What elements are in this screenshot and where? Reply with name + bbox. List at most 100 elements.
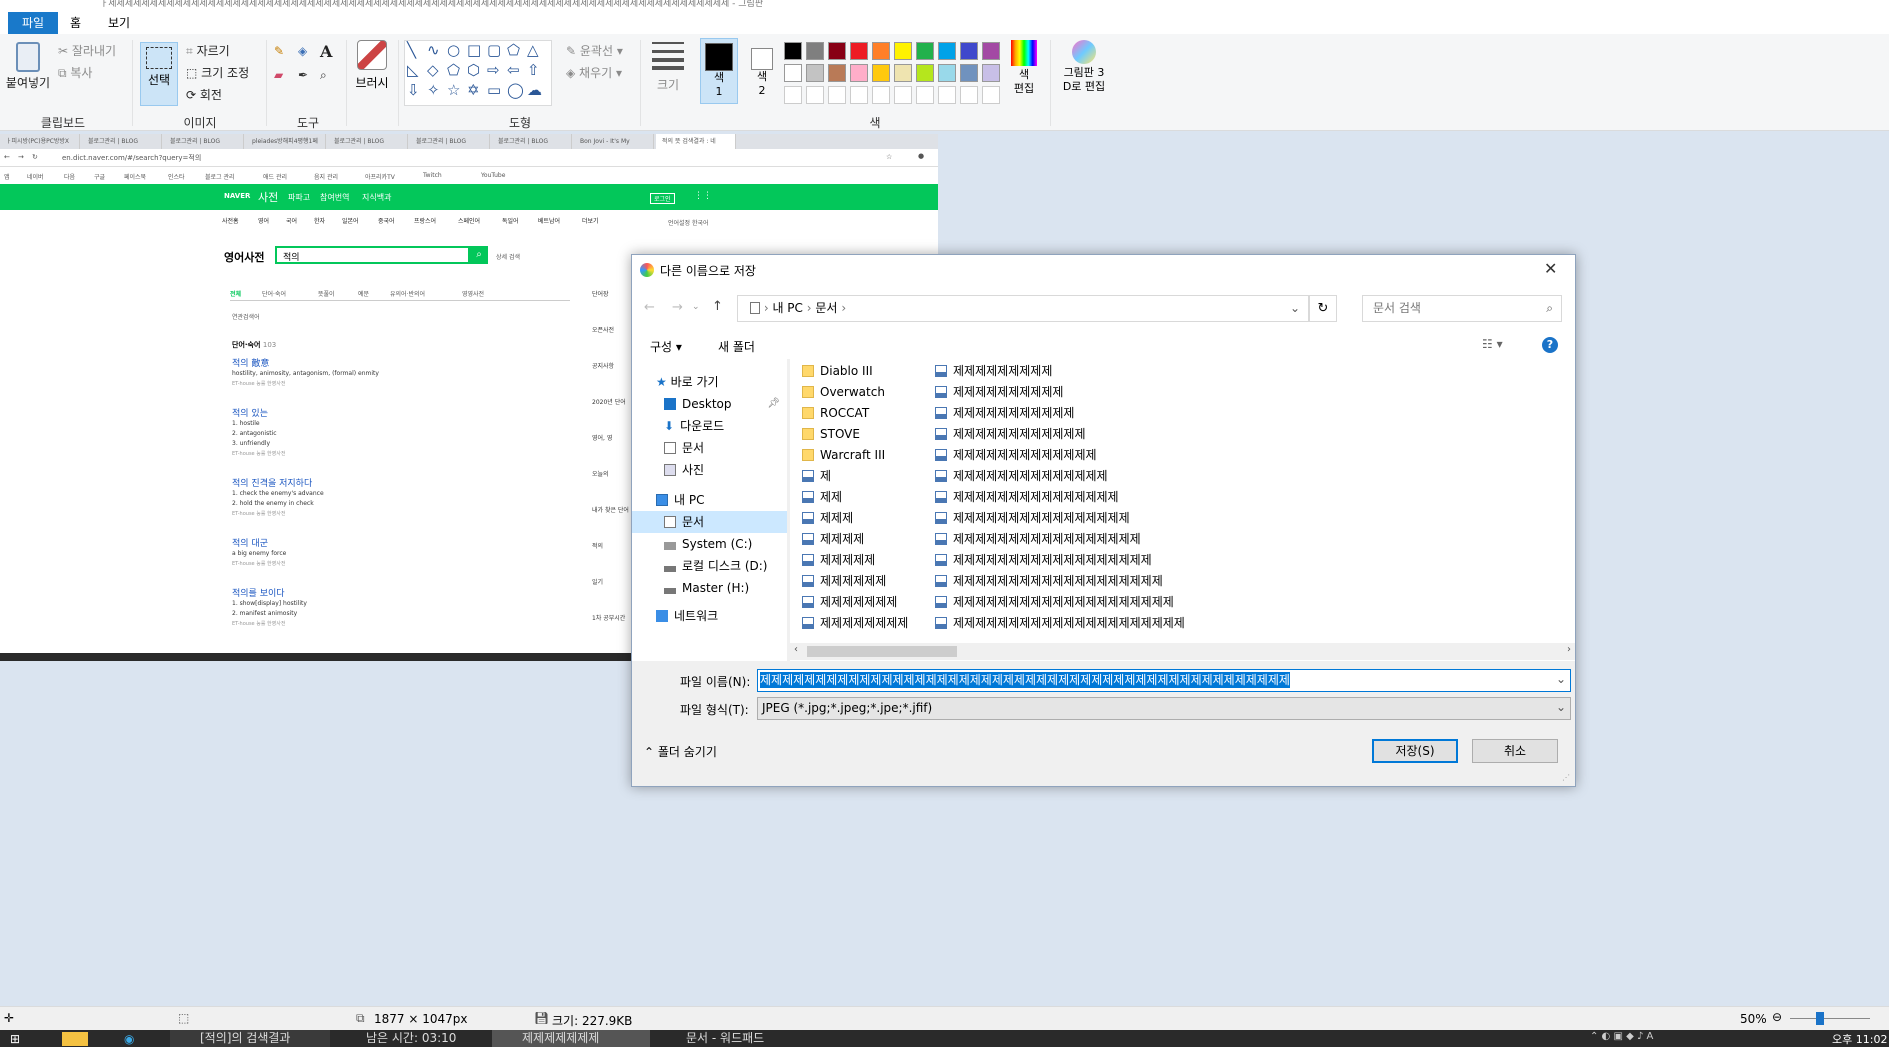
browser-back-icon[interactable]: ← (4, 153, 10, 161)
pentagon-shape-icon[interactable]: ⬠ (447, 61, 460, 79)
fill-bucket-icon[interactable]: ◈ (298, 44, 307, 58)
shapes-gallery[interactable]: ╲ ∿ ○ □ ▢ ⬠ △ ◺ ◇ ⬠ ⬡ ⇨ ⇦ ⇧ ⇩ ✧ ☆ ✡ ▭ ◯ … (404, 40, 552, 106)
outline-button[interactable]: ✎ 윤곽선 ▾ (566, 42, 623, 59)
left-arrow-shape-icon[interactable]: ⇦ (507, 61, 520, 79)
zoom-slider-thumb[interactable] (1816, 1012, 1824, 1025)
browser-url[interactable]: en.dict.naver.com/#/search?query=적의 (62, 153, 201, 163)
palette-color[interactable] (982, 42, 1000, 60)
size-button[interactable]: 크기 (648, 40, 688, 93)
paint3d-button[interactable]: 그림판 3 D로 편집 (1056, 40, 1112, 94)
edit-colors-button[interactable]: 색 편집 (1008, 40, 1040, 96)
folder-item[interactable]: Warcraft III (802, 445, 885, 466)
scrollbar-thumb[interactable] (807, 646, 957, 657)
breadcrumb-this-pc[interactable]: 내 PC (772, 301, 802, 315)
side-item[interactable]: 오늘의 (592, 469, 630, 478)
file-item[interactable]: 제제제제제제제제제제제제 (935, 424, 1085, 445)
rectangle-shape-icon[interactable]: □ (467, 41, 481, 59)
breadcrumb-documents[interactable]: 문서 (815, 301, 837, 315)
browser-tab[interactable]: 블로그관리 | BLOG (492, 134, 572, 149)
nav-master-h[interactable]: Master (H:) (664, 577, 749, 599)
palette-color[interactable] (784, 64, 802, 82)
four-point-star-icon[interactable]: ✧ (427, 81, 440, 99)
callout-oval-icon[interactable]: ◯ (507, 81, 524, 99)
file-item[interactable]: 제제제제제제제 (802, 592, 897, 613)
nav-network[interactable]: 네트워크 (656, 605, 718, 627)
browser-profile-icon[interactable]: ● (918, 152, 924, 160)
filename-dropdown-icon[interactable]: ⌄ (1556, 672, 1566, 686)
palette-empty-slot[interactable] (784, 86, 802, 104)
palette-empty-slot[interactable] (872, 86, 890, 104)
hide-folders-toggle[interactable]: ⌃ 폴더 숨기기 (644, 743, 717, 760)
file-item[interactable]: 제제제제제제 (802, 571, 886, 592)
entry-word[interactable]: 적의 대군 (232, 536, 268, 549)
palette-color[interactable] (938, 42, 956, 60)
callout-cloud-icon[interactable]: ☁ (527, 81, 542, 99)
dict-nav-item[interactable]: 영어 (258, 216, 269, 225)
organize-button[interactable]: 구성 ▾ (650, 338, 682, 355)
forward-arrow-icon[interactable]: → (672, 300, 683, 315)
tab-view[interactable]: 보기 (94, 12, 144, 34)
horizontal-scrollbar[interactable]: ‹ › (790, 643, 1575, 660)
close-icon[interactable]: ✕ (1544, 259, 1557, 278)
polygon-shape-icon[interactable]: ⬠ (507, 41, 520, 59)
palette-empty-slot[interactable] (960, 86, 978, 104)
file-item[interactable]: 제 (802, 466, 831, 487)
bookmark-item[interactable]: 앱 (4, 172, 10, 181)
file-item[interactable]: 제제제제제제제제제제제제제제제제제제 (935, 550, 1152, 571)
brush-button[interactable]: 브러시 (352, 40, 392, 91)
tab-file[interactable]: 파일 (8, 12, 59, 34)
dict-nav-item[interactable]: 더보기 (582, 216, 599, 225)
palette-color[interactable] (872, 64, 890, 82)
browser-star-icon[interactable]: ☆ (886, 153, 892, 161)
apps-grid-icon[interactable]: ⋮⋮ (694, 191, 712, 201)
palette-color[interactable] (916, 64, 934, 82)
dict-nav-item[interactable]: 독일어 (502, 216, 519, 225)
file-item[interactable]: 제제제제제제제제제제제제제제제제제제제제제 (935, 613, 1185, 634)
entry-word[interactable]: 적의 敵意 (232, 356, 269, 369)
clock[interactable]: 오후 11:02 (1832, 1031, 1887, 1047)
taskbar-item-chrome[interactable]: [적의]의 검색결과 (170, 1030, 330, 1047)
dict-nav-item[interactable]: 국어 (286, 216, 297, 225)
side-item[interactable]: 공지사항 (592, 361, 630, 370)
palette-empty-slot[interactable] (828, 86, 846, 104)
file-item[interactable]: 제제제제제제제제제 (935, 361, 1052, 382)
side-item[interactable]: 영어, 영 (592, 433, 630, 442)
file-item[interactable]: 제제제제제제제제제제제제제제제제제제제제 (935, 592, 1174, 613)
dict-nav-item[interactable]: 베트남어 (538, 216, 560, 225)
palette-empty-slot[interactable] (916, 86, 934, 104)
recent-dropdown-icon[interactable]: ⌄ (692, 302, 700, 312)
side-item[interactable]: 2020년 단어 (592, 397, 630, 406)
nav-documents[interactable]: 문서 (664, 437, 782, 459)
nav-pictures[interactable]: 사진 (664, 459, 782, 481)
file-item[interactable]: 제제제제제 (802, 550, 875, 571)
side-item[interactable]: 오픈사전 (592, 325, 630, 334)
file-item[interactable]: 제제제제제제제제제제 (935, 382, 1063, 403)
down-arrow-shape-icon[interactable]: ⇩ (407, 81, 420, 99)
palette-color[interactable] (894, 42, 912, 60)
oval-shape-icon[interactable]: ○ (447, 41, 460, 59)
dict-search-input[interactable]: 적의 (275, 246, 470, 264)
nav-quick-access[interactable]: ★ 바로 가기 (656, 371, 719, 393)
rounded-rect-shape-icon[interactable]: ▢ (487, 41, 501, 59)
palette-color[interactable] (894, 64, 912, 82)
side-item[interactable]: 일기 (592, 577, 630, 586)
bookmark-item[interactable]: 아프리카TV (365, 172, 395, 181)
color-picker-icon[interactable]: ✒ (298, 68, 308, 82)
browser-tab[interactable]: 블로그관리 | BLOG (164, 134, 244, 149)
refresh-button[interactable]: ↻ (1309, 295, 1337, 322)
entry-word[interactable]: 적의 진격을 저지하다 (232, 476, 312, 489)
dict-nav-item[interactable]: 프랑스어 (414, 216, 436, 225)
lang-setting[interactable]: 언어설정 한국어 (668, 218, 709, 227)
palette-empty-slot[interactable] (894, 86, 912, 104)
header-link-translate[interactable]: 참여번역 (320, 192, 349, 203)
bookmark-item[interactable]: 애드 관리 (263, 172, 287, 181)
side-item[interactable]: 적의 (592, 541, 630, 550)
nav-system-c[interactable]: System (C:) (664, 533, 752, 555)
back-arrow-icon[interactable]: ← (644, 300, 655, 315)
side-item[interactable]: 1차 공부시간 (592, 613, 630, 622)
bookmark-item[interactable]: Twitch (423, 172, 442, 179)
windows-start-icon[interactable]: ⊞ (10, 1032, 20, 1046)
file-item[interactable]: 제제제제제제제제제제제 (935, 403, 1074, 424)
scroll-left-icon[interactable]: ‹ (794, 644, 798, 655)
taskbar-item-wordpad[interactable]: 문서 - 워드패드 (656, 1030, 806, 1047)
